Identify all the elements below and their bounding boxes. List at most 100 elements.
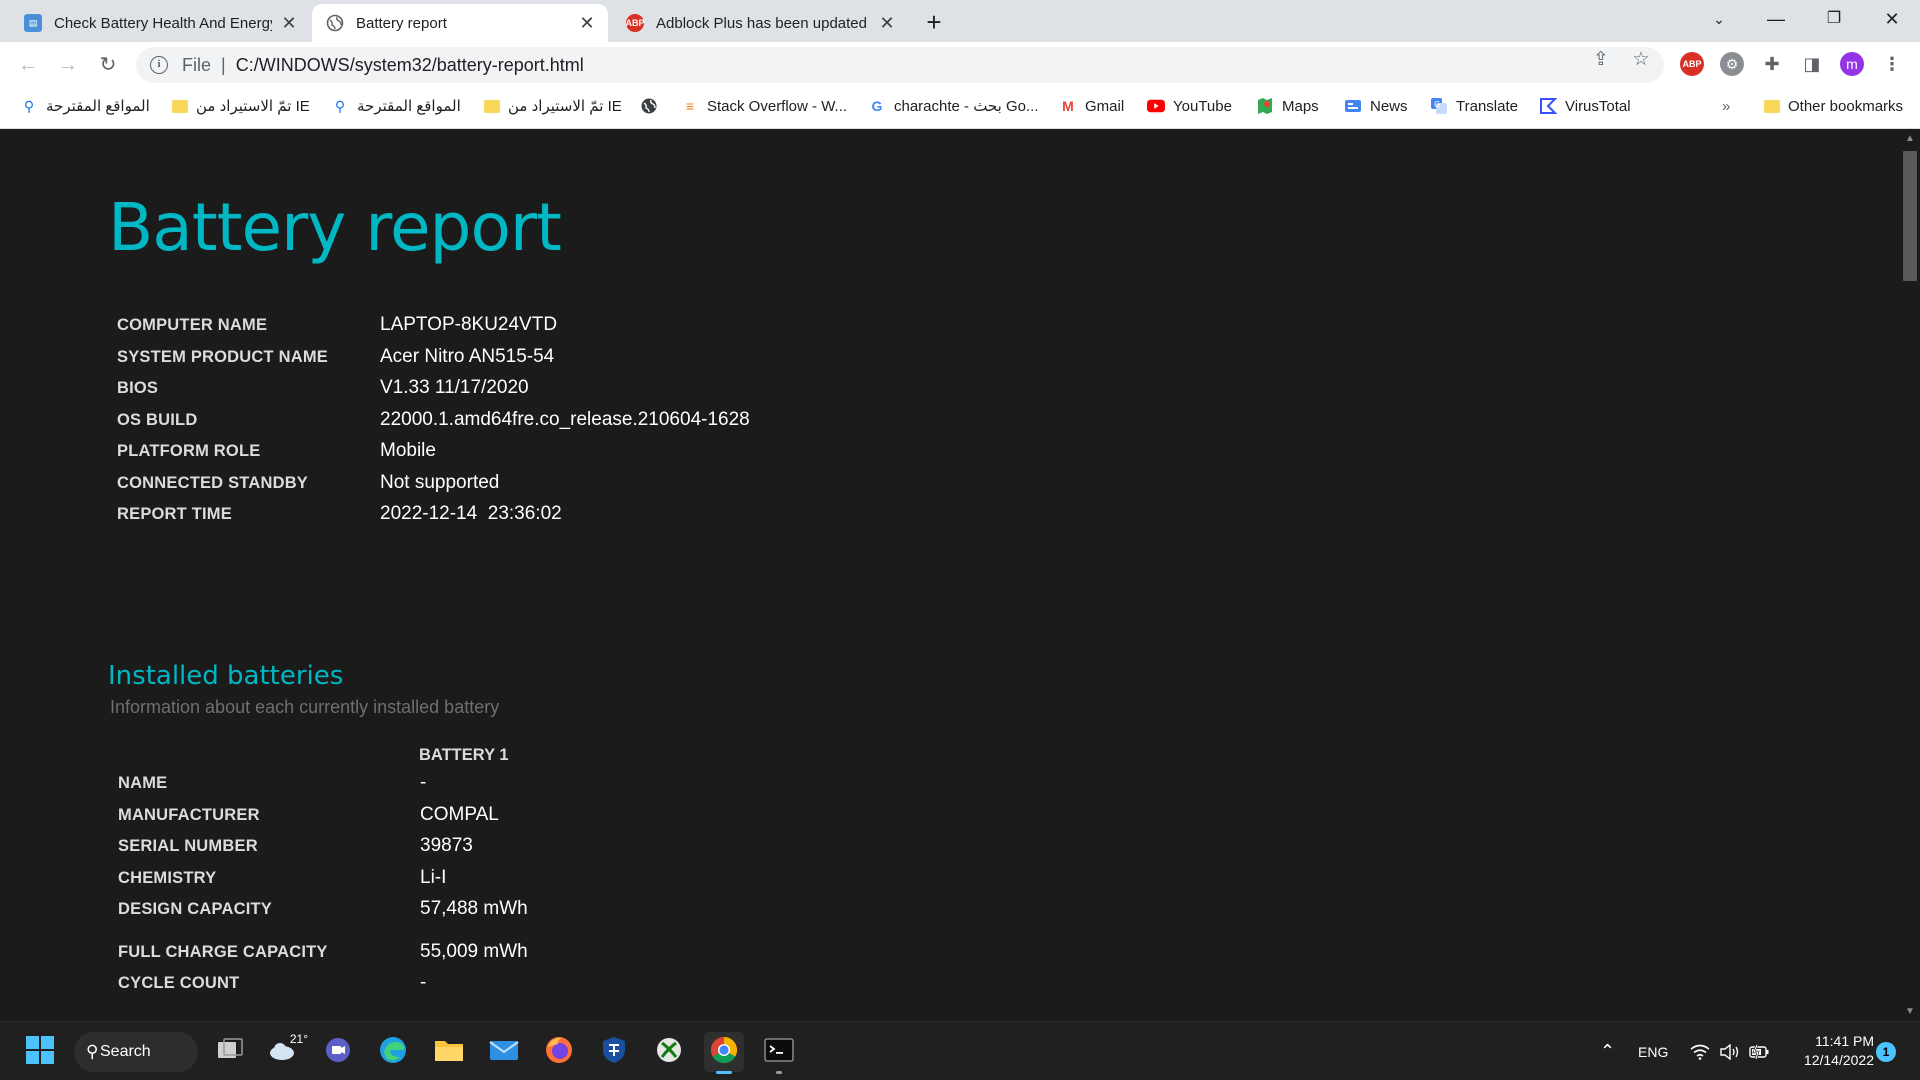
page-scrollbar[interactable]: ▲ ▼ [1900,129,1920,1021]
forward-icon[interactable]: → [54,51,82,79]
close-window-icon[interactable]: ✕ [1868,0,1916,40]
other-bookmarks-folder[interactable]: Other bookmarks [1764,88,1903,124]
minimize-icon[interactable]: — [1752,0,1800,40]
scroll-up-icon[interactable]: ▲ [1900,133,1920,144]
mail-button[interactable] [484,1032,524,1072]
row-label: CHEMISTRY [118,868,217,887]
task-view-icon [216,1037,244,1067]
close-tab-icon[interactable]: ✕ [576,12,598,34]
row-label: BIOS [117,379,159,397]
url-text[interactable]: C:/WINDOWS/system32/battery-report.html [236,55,584,76]
restore-icon[interactable]: ❐ [1810,0,1858,40]
extensions-puzzle-icon[interactable]: ✚ [1760,52,1784,76]
folder-icon [1764,99,1780,113]
search-icon: ⚲ [334,97,346,114]
bookmark-translate[interactable]: G Translate [1430,88,1518,124]
bookmark-star-icon[interactable]: ☆ [1630,50,1652,70]
site-info-icon[interactable]: i [150,56,168,74]
weather-widget[interactable]: 21° [264,1032,308,1072]
bookmark-folder-ie-2[interactable]: تمّ الاستيراد من IE [484,88,622,124]
row-value: V1.33 11/17/2020 [380,377,529,398]
row-value: LAPTOP-8KU24VTD [380,314,558,335]
side-panel-icon[interactable]: ◨ [1800,52,1824,76]
chrome-icon [709,1035,739,1070]
bookmark-suggested-sites[interactable]: ⚲ المواقع المقترحة [20,88,150,124]
notification-badge[interactable]: 1 [1876,1042,1896,1062]
share-icon[interactable]: ⇪ [1590,50,1612,70]
active-app-indicator [716,1071,732,1074]
bookmark-virustotal[interactable]: VirusTotal [1539,88,1631,124]
tab-check-battery[interactable]: ▤ Check Battery Health And Energy ✕ [10,4,310,42]
bookmark-globe[interactable] [640,88,666,124]
back-icon[interactable]: ← [14,51,42,79]
battery-charging-icon[interactable] [1748,1022,1770,1080]
row-value: 39873 [420,835,473,856]
bookmark-youtube[interactable]: YouTube [1147,88,1232,124]
row-value: - [420,772,427,793]
menu-kebab-icon[interactable]: ⋮ [1880,52,1904,76]
row-value: - [420,972,427,993]
close-tab-icon[interactable]: ✕ [278,12,300,34]
xbox-button[interactable] [649,1032,689,1072]
tab-search-icon[interactable]: ⌄ [1695,0,1743,40]
bookmarks-overflow-button[interactable]: » [1722,88,1730,124]
teams-chat-icon [324,1036,352,1069]
bookmark-label: YouTube [1173,97,1232,115]
bookmark-suggested-sites-2[interactable]: ⚲ المواقع المقترحة [331,88,461,124]
bookmark-folder-ie[interactable]: تمّ الاستيراد من IE [172,88,310,124]
battery-column-header: BATTERY 1 [419,746,509,764]
row-label: SYSTEM PRODUCT NAME [117,347,328,366]
row-value: Not supported [380,471,500,493]
scrollbar-thumb[interactable] [1903,151,1917,281]
close-tab-icon[interactable]: ✕ [876,12,898,34]
folder-icon [172,99,188,113]
browser-toolbar: ← → ↻ i File | C:/WINDOWS/system32/batte… [0,42,1920,88]
bookmark-stackoverflow[interactable]: ≡ Stack Overflow - W... [681,88,847,124]
row-value: 22000.1.amd64fre.co_release.210604-1628 [380,408,750,430]
edge-button[interactable] [373,1032,413,1072]
taskbar-search[interactable]: ⚲ Search [74,1032,198,1072]
bookmark-label: المواقع المقترحة [46,98,150,115]
bookmark-news[interactable]: News [1344,88,1408,124]
bookmark-label: Maps [1282,97,1319,115]
bookmark-label: Stack Overflow - W... [707,97,848,115]
site-favicon-icon: ▤ [24,14,42,32]
weather-temperature: 21° [289,1032,308,1046]
running-app-indicator [776,1071,782,1074]
bookmark-google-search[interactable]: G charachte - بحث Go... [868,88,1039,124]
stackoverflow-icon: ≡ [685,98,695,114]
task-view-button[interactable] [210,1032,250,1072]
page-title: Battery report [108,189,562,266]
windows-logo-icon [25,1035,55,1070]
start-button[interactable] [20,1032,60,1072]
app-button[interactable] [594,1032,634,1072]
scroll-down-icon[interactable]: ▼ [1900,1006,1920,1017]
reload-icon[interactable]: ↻ [94,51,122,79]
wifi-icon[interactable] [1690,1022,1710,1080]
volume-icon[interactable] [1719,1022,1741,1080]
row-label: SERIAL NUMBER [118,837,258,855]
taskbar-clock[interactable]: 11:41 PM 12/14/2022 [1784,1032,1874,1070]
new-tab-button[interactable]: + [918,7,950,39]
google-icon: G [871,98,883,114]
row-label: NAME [118,774,168,792]
firefox-button[interactable] [539,1032,579,1072]
tab-title: Adblock Plus has been updated [656,14,867,32]
chrome-button[interactable] [704,1032,744,1074]
file-explorer-button[interactable] [429,1032,469,1072]
adblock-extension-icon[interactable]: ABP [1680,52,1704,76]
youtube-icon [1147,97,1165,115]
profile-avatar[interactable]: m [1840,52,1864,76]
teams-button[interactable] [318,1032,358,1072]
terminal-button[interactable] [759,1032,799,1074]
bookmark-maps[interactable]: Maps [1256,88,1319,124]
bookmark-gmail[interactable]: M Gmail [1059,88,1124,124]
extension-gear-icon[interactable]: ⚙ [1720,52,1744,76]
address-bar[interactable]: i File | C:/WINDOWS/system32/battery-rep… [136,47,1664,83]
show-hidden-icons-chevron[interactable]: ⌃ [1600,1022,1615,1080]
row-value: 57,488 mWh [420,898,528,919]
tab-adblock[interactable]: ABP Adblock Plus has been updated ✕ [612,4,908,42]
language-indicator[interactable]: ENG [1638,1022,1668,1080]
tab-battery-report[interactable]: Battery report ✕ [312,4,608,42]
translate-icon: G [1430,97,1448,115]
